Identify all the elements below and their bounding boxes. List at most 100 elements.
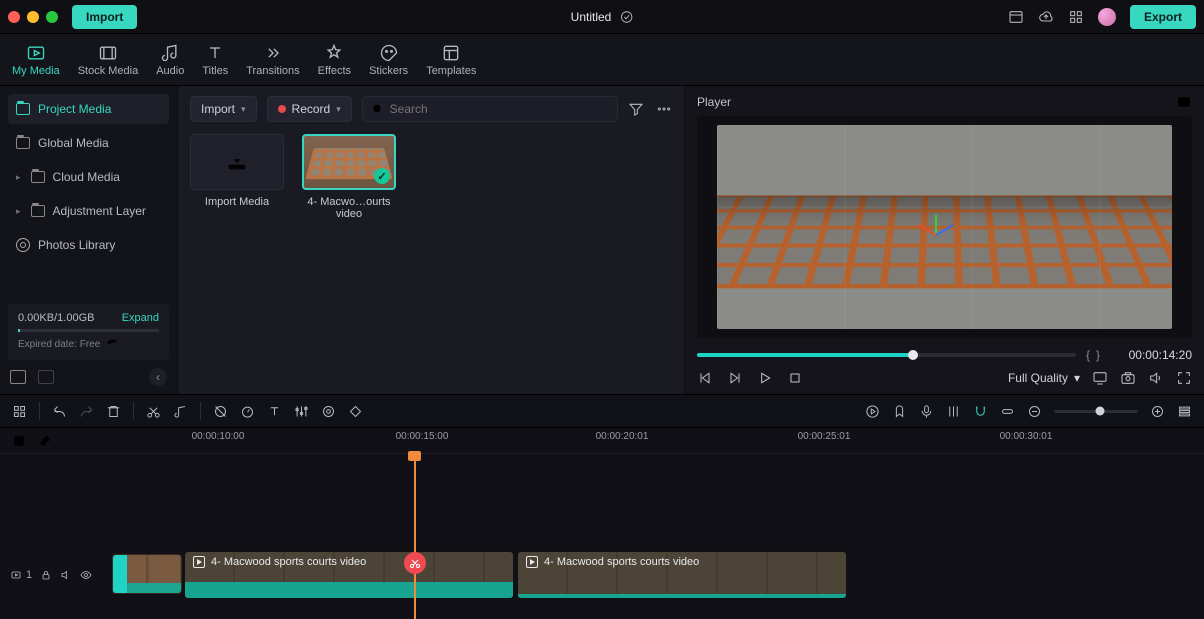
camera-snapshot-icon[interactable] [1120, 370, 1136, 386]
apps-grid-icon[interactable] [1068, 9, 1084, 25]
clip-head-thumb[interactable] [112, 554, 182, 594]
cloud-upload-icon[interactable] [1038, 9, 1054, 25]
ruler-tick: 00:00:10:00 [192, 431, 245, 442]
filter-icon[interactable] [628, 101, 644, 117]
sidebar-item-project-media[interactable]: Project Media [8, 94, 169, 124]
window-minimize-icon[interactable] [27, 11, 39, 23]
display-toggle-icon[interactable] [1092, 370, 1108, 386]
media-search[interactable] [362, 96, 618, 122]
tab-titles[interactable]: Titles [202, 43, 228, 77]
time-ruler[interactable]: 00:00:10:00 00:00:15:00 00:00:20:01 00:0… [112, 428, 1204, 453]
refresh-icon[interactable] [106, 338, 118, 350]
record-dropdown[interactable]: Record ▾ [267, 96, 352, 122]
grid-icon[interactable] [12, 404, 27, 419]
marker-icon[interactable] [892, 404, 907, 419]
chevron-down-icon: ▾ [241, 104, 246, 115]
tab-effects[interactable]: Effects [318, 43, 351, 77]
sidebar-item-global-media[interactable]: Global Media [8, 128, 169, 158]
range-in-button[interactable]: { [1086, 348, 1090, 362]
player-viewport[interactable] [697, 116, 1192, 338]
stop-icon[interactable] [787, 370, 803, 386]
volume-icon[interactable] [1148, 370, 1164, 386]
undo-icon[interactable] [52, 404, 67, 419]
speed-icon[interactable] [240, 404, 255, 419]
media-clip-tile[interactable]: ✓ 4- Macwo…ourts video [302, 134, 396, 220]
window-zoom-icon[interactable] [46, 11, 58, 23]
delete-icon[interactable] [106, 404, 121, 419]
export-button[interactable]: Export [1130, 5, 1196, 29]
window-close-icon[interactable] [8, 11, 20, 23]
import-dropdown[interactable]: Import ▾ [190, 96, 257, 122]
user-avatar-icon[interactable] [1098, 8, 1116, 26]
track-visible-icon[interactable] [80, 569, 92, 581]
voiceover-icon[interactable] [919, 404, 934, 419]
tracks-view-icon[interactable] [1177, 404, 1192, 419]
range-out-button[interactable]: } [1096, 348, 1100, 362]
record-dropdown-label: Record [292, 102, 331, 116]
templates-icon [441, 43, 461, 63]
seek-bar[interactable] [697, 353, 1076, 357]
beat-icon[interactable] [173, 404, 188, 419]
quality-dropdown[interactable]: Full Quality ▾ [1008, 371, 1080, 385]
record-dot-icon [278, 105, 286, 113]
redo-icon[interactable] [79, 404, 94, 419]
collapse-sidebar-icon[interactable]: ‹ [149, 368, 167, 386]
import-button[interactable]: Import [72, 5, 137, 29]
media-toolbar-tail [628, 101, 672, 117]
mixer-icon[interactable] [946, 404, 961, 419]
crop-icon[interactable] [213, 404, 228, 419]
tab-stickers[interactable]: Stickers [369, 43, 408, 77]
timeline-body[interactable]: 1 4- Macwood sports courts video 4- Macw… [0, 454, 1204, 619]
magnet-icon[interactable] [973, 404, 988, 419]
keyframe-icon[interactable] [348, 404, 363, 419]
link-icon[interactable] [1000, 404, 1015, 419]
storage-expand-link[interactable]: Expand [122, 312, 159, 324]
timeline-link-icon[interactable] [38, 434, 52, 448]
storage-panel: 0.00KB/1.00GB Expand Expired date: Free [8, 304, 169, 360]
track-lane[interactable]: 4- Macwood sports courts video 4- Macwoo… [112, 546, 1204, 604]
cut-icon[interactable] [146, 404, 161, 419]
new-folder-icon[interactable] [10, 370, 26, 384]
track-lock-icon[interactable] [40, 569, 52, 581]
tab-transitions[interactable]: Transitions [246, 43, 299, 77]
tab-stock-media[interactable]: Stock Media [78, 43, 139, 77]
color-icon[interactable] [321, 404, 336, 419]
timeline-clip[interactable]: 4- Macwood sports courts video [184, 551, 514, 599]
import-media-tile[interactable]: Import Media [190, 134, 284, 208]
step-back-icon[interactable] [697, 370, 713, 386]
zoom-slider[interactable] [1054, 410, 1138, 413]
search-icon [371, 102, 384, 116]
sidebar-item-adjustment-layer[interactable]: ▸ Adjustment Layer [8, 196, 169, 226]
video-track-row: 1 4- Macwood sports courts video 4- Macw… [0, 546, 1204, 604]
play-next-icon[interactable] [727, 370, 743, 386]
sidebar-item-photos-library[interactable]: Photos Library [8, 230, 169, 260]
sidebar-item-cloud-media[interactable]: ▸ Cloud Media [8, 162, 169, 192]
tab-templates[interactable]: Templates [426, 43, 476, 77]
seek-thumb[interactable] [908, 350, 918, 360]
new-bin-icon[interactable] [38, 370, 54, 384]
timeline-select-icon[interactable] [12, 434, 26, 448]
fullscreen-icon[interactable] [1176, 370, 1192, 386]
zoom-out-icon[interactable] [1027, 404, 1042, 419]
zoom-in-icon[interactable] [1150, 404, 1165, 419]
photos-library-icon [16, 238, 30, 252]
play-icon[interactable] [757, 370, 773, 386]
adjust-icon[interactable] [294, 404, 309, 419]
timeline-clip[interactable]: 4- Macwood sports courts video [517, 551, 847, 599]
text-icon[interactable] [267, 404, 282, 419]
layout-icon[interactable] [1008, 9, 1024, 25]
cut-indicator-icon[interactable] [404, 552, 426, 574]
main-row: Project Media Global Media ▸ Cloud Media… [0, 86, 1204, 394]
import-dropdown-label: Import [201, 102, 235, 116]
folder-icon [31, 171, 45, 183]
timeline: 00:00:10:00 00:00:15:00 00:00:20:01 00:0… [0, 428, 1204, 619]
snapshot-icon[interactable] [1176, 94, 1192, 110]
sidebar-item-label: Adjustment Layer [53, 204, 146, 218]
tab-my-media[interactable]: My Media [12, 43, 60, 77]
tab-audio[interactable]: Audio [156, 43, 184, 77]
render-icon[interactable] [865, 404, 880, 419]
more-icon[interactable] [656, 101, 672, 117]
playhead[interactable] [414, 454, 416, 619]
media-search-input[interactable] [390, 102, 609, 116]
track-mute-icon[interactable] [60, 569, 72, 581]
